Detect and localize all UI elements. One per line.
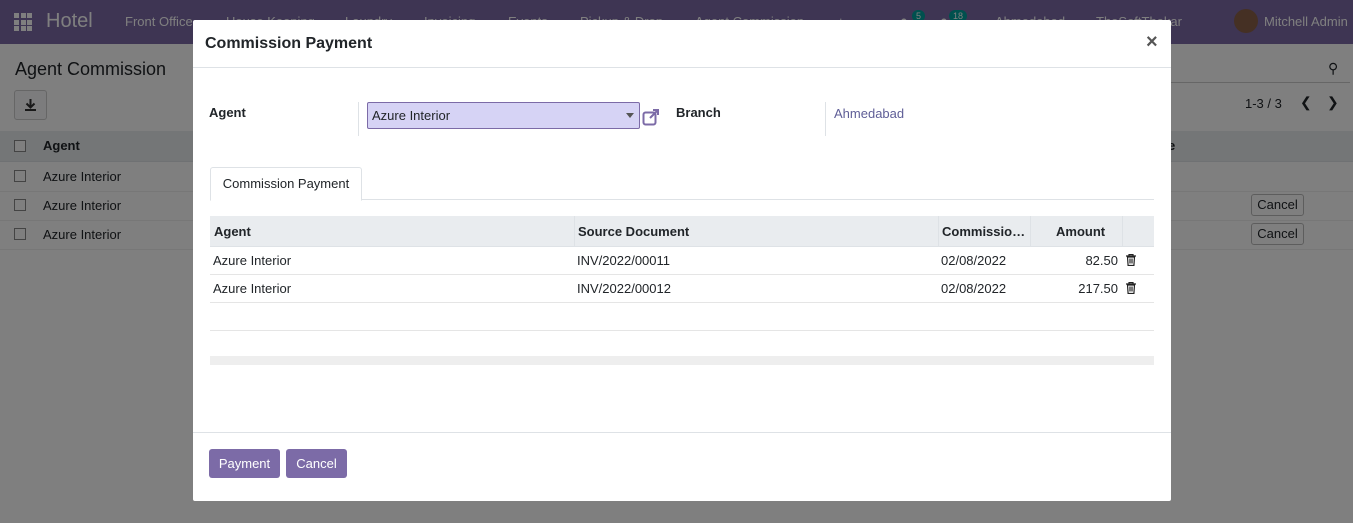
cancel-button[interactable]: Cancel	[286, 449, 347, 478]
column-divider	[1122, 216, 1123, 246]
field-divider	[358, 102, 359, 136]
line-amount: 217.50	[1078, 281, 1118, 296]
trash-icon[interactable]	[1126, 282, 1136, 294]
line-date: 02/08/2022	[941, 281, 1007, 296]
line-agent: Azure Interior	[213, 281, 292, 296]
agent-label: Agent	[209, 105, 246, 120]
column-agent[interactable]: Agent	[214, 224, 251, 239]
column-divider	[574, 216, 575, 246]
payment-button[interactable]: Payment	[209, 449, 280, 478]
commission-payment-dialog: Commission Payment × Agent Azure Interio…	[193, 20, 1171, 501]
line-amount: 82.50	[1085, 253, 1118, 268]
line-source-document: INV/2022/00012	[577, 281, 671, 296]
agent-select[interactable]: Azure Interior	[367, 102, 640, 129]
column-commission-date[interactable]: Commissio…	[942, 224, 1025, 239]
line-date: 02/08/2022	[941, 253, 1007, 268]
column-amount[interactable]: Amount	[1056, 224, 1105, 239]
branch-label: Branch	[676, 105, 721, 120]
chevron-down-icon[interactable]	[626, 113, 634, 118]
empty-row	[210, 303, 1154, 331]
branch-value[interactable]: Ahmedabad	[834, 106, 904, 121]
modal-header: Commission Payment ×	[193, 20, 1171, 68]
external-link-icon[interactable]	[642, 108, 660, 126]
field-divider	[825, 102, 826, 136]
agent-select-value: Azure Interior	[372, 108, 451, 123]
column-source-document[interactable]: Source Document	[578, 224, 689, 239]
table-row[interactable]: Azure Interior INV/2022/00012 02/08/2022…	[210, 275, 1154, 303]
line-source-document: INV/2022/00011	[577, 253, 670, 268]
tab-commission-payment[interactable]: Commission Payment	[210, 167, 362, 201]
line-agent: Azure Interior	[213, 253, 292, 268]
modal-title: Commission Payment	[205, 35, 373, 52]
column-divider	[1030, 216, 1031, 246]
modal-footer: Payment Cancel	[193, 432, 1171, 502]
trash-icon[interactable]	[1126, 254, 1136, 266]
column-divider	[938, 216, 939, 246]
table-row[interactable]: Azure Interior INV/2022/00011 02/08/2022…	[210, 247, 1154, 275]
table-footer	[210, 356, 1154, 365]
close-icon[interactable]: ×	[1146, 31, 1158, 54]
table-header: Agent Source Document Commissio… Amount	[210, 216, 1154, 247]
